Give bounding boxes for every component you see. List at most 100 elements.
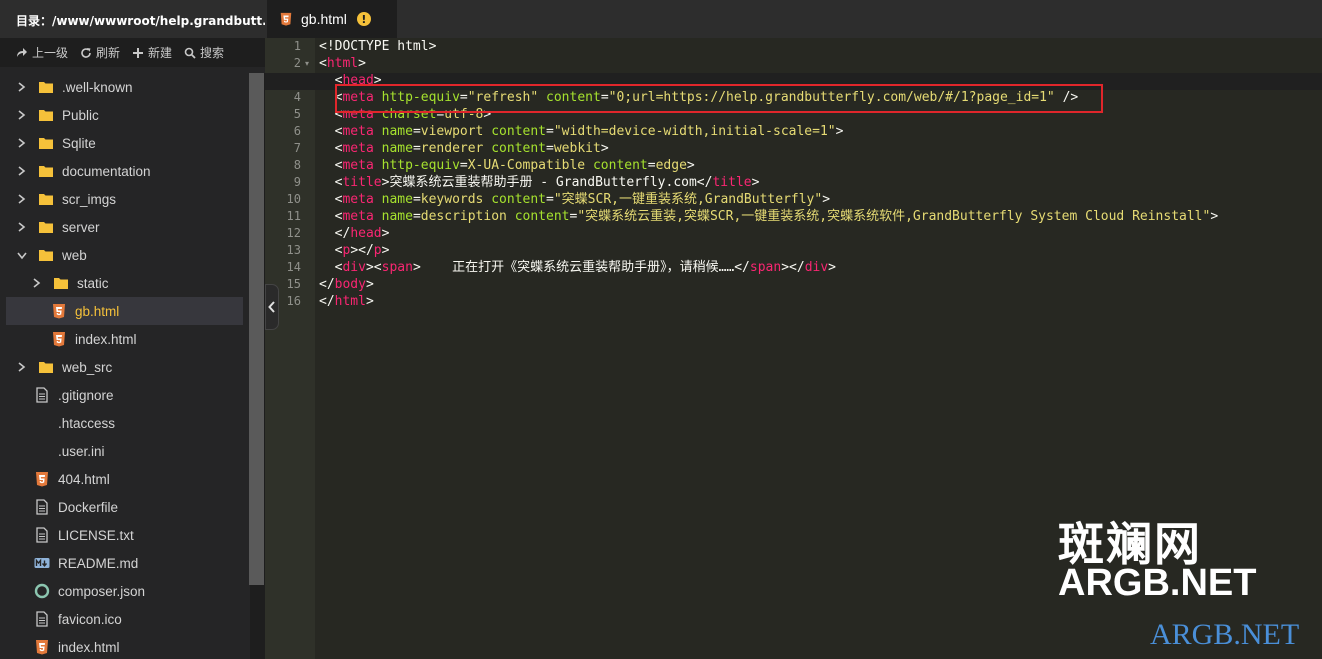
code-token: = <box>412 124 421 139</box>
tree-file-gitignore[interactable]: .gitignore <box>6 381 243 409</box>
chevron-right-icon <box>18 138 26 148</box>
code-token: renderer <box>420 141 484 156</box>
line-number-gutter: 1 2 ▾ 3 ▾ 4 5 6 7 8 9 10 11 12 13 14 15 … <box>265 38 315 659</box>
code-token: >突蝶系统云重装帮助手册 - GrandButterfly.com</ <box>381 175 713 190</box>
blank-file-icon <box>34 443 50 459</box>
code-token: = <box>412 141 421 156</box>
code-token: > <box>381 226 390 241</box>
line-number: 8 <box>293 158 301 172</box>
tree-file-404-html[interactable]: 404.html <box>6 465 243 493</box>
tree-folder-sqlite[interactable]: Sqlite <box>6 129 243 157</box>
code-token: viewport <box>420 124 484 139</box>
tree-folder-static[interactable]: static <box>6 269 243 297</box>
code-token: > <box>600 141 609 156</box>
tree-file-dockerfile[interactable]: Dockerfile <box>6 493 243 521</box>
chevron-right-icon <box>18 362 26 372</box>
tree-file-user-ini[interactable]: .user.ini <box>6 437 243 465</box>
chevron-down-icon <box>17 252 27 260</box>
code-token: < <box>319 158 343 173</box>
tree-folder-well-known[interactable]: .well-known <box>6 73 243 101</box>
tree-item-label: composer.json <box>58 583 146 599</box>
code-token: content <box>514 209 570 224</box>
tree-folder-web[interactable]: web <box>6 241 243 269</box>
line-number: 2 <box>293 56 301 70</box>
code-line: <p></p> <box>319 242 390 259</box>
file-sidebar: 目录：/www/wwwroot/help.grandbutt... 上一级 刷新… <box>0 0 265 659</box>
tree-file-license[interactable]: LICENSE.txt <box>6 521 243 549</box>
fold-arrow-icon[interactable]: ▾ <box>305 55 313 72</box>
tree-file-favicon[interactable]: favicon.ico <box>6 605 243 633</box>
tree-folder-scr-imgs[interactable]: scr_imgs <box>6 185 243 213</box>
code-token: name <box>381 124 413 139</box>
tree-folder-server[interactable]: server <box>6 213 243 241</box>
code-token: < <box>319 260 343 275</box>
new-button[interactable]: 新建 <box>132 44 172 61</box>
code-token: meta <box>342 192 374 207</box>
code-token: content <box>592 158 648 173</box>
tree-folder-public[interactable]: Public <box>6 101 243 129</box>
code-token: "width=device-width,initial-scale=1" <box>553 124 836 139</box>
text-file-icon <box>36 527 48 543</box>
tree-file-composer-json[interactable]: composer.json <box>6 577 243 605</box>
code-token: < <box>319 141 343 156</box>
text-file-icon <box>36 611 48 627</box>
tab-gb-html[interactable]: gb.html ! <box>267 0 397 38</box>
tree-folder-web-src[interactable]: web_src <box>6 353 243 381</box>
folder-icon <box>39 222 53 233</box>
html5-file-icon <box>53 304 65 319</box>
file-tree: .well-known Public Sqlite documentation … <box>0 73 250 659</box>
tree-file-index-html-root[interactable]: index.html <box>6 633 243 659</box>
code-line: </head> <box>319 225 390 242</box>
tree-file-htaccess[interactable]: .htaccess <box>6 409 243 437</box>
code-token: <!DOCTYPE html> <box>319 39 437 54</box>
search-label: 搜索 <box>200 46 225 60</box>
code-token: "突蝶系统云重装,突蝶SCR,一键重装系统,突蝶系统软件,GrandButter… <box>577 209 1211 224</box>
code-line: </html> <box>319 293 374 310</box>
code-token: div <box>804 260 829 275</box>
line-number: 14 <box>286 260 301 274</box>
collapse-sidebar-button[interactable] <box>265 284 279 330</box>
chevron-right-icon <box>18 110 26 120</box>
watermark-en-blue: ARGB.NET <box>1150 618 1300 651</box>
code-token: http-equiv <box>381 158 460 173</box>
code-token: html <box>334 294 366 309</box>
code-line: <meta name=keywords content="突蝶SCR,一键重装系… <box>319 191 830 208</box>
code-token: > <box>1210 209 1219 224</box>
tree-file-gb-html[interactable]: gb.html <box>6 297 243 325</box>
sidebar-toolbar: 上一级 刷新 新建 搜索 <box>0 38 265 67</box>
refresh-button[interactable]: 刷新 <box>80 44 120 61</box>
highlight-annotation-box <box>335 84 1103 113</box>
tree-item-label: documentation <box>62 163 151 179</box>
code-token: meta <box>342 158 374 173</box>
new-label: 新建 <box>148 46 173 60</box>
code-line: <meta http-equiv=X-UA-Compatible content… <box>319 157 695 174</box>
code-token: meta <box>342 124 374 139</box>
tree-file-readme[interactable]: README.md <box>6 549 243 577</box>
tree-file-index-html[interactable]: index.html <box>6 325 243 353</box>
code-token: span <box>381 260 413 275</box>
tree-item-label: index.html <box>75 331 137 347</box>
code-token: content <box>491 124 547 139</box>
code-token: > <box>751 175 760 190</box>
tree-folder-documentation[interactable]: documentation <box>6 157 243 185</box>
tab-bar: gb.html ! <box>265 0 1322 38</box>
code-token: > <box>835 124 844 139</box>
code-token: edge <box>655 158 687 173</box>
chevron-right-icon <box>33 278 41 288</box>
sidebar-scrollbar-thumb[interactable] <box>249 73 264 585</box>
arrow-up-right-icon <box>17 47 27 57</box>
line-number: 13 <box>286 243 301 257</box>
code-token: = <box>412 192 421 207</box>
code-token: X-UA-Compatible <box>467 158 586 173</box>
tree-item-label: Dockerfile <box>58 499 119 515</box>
tree-item-label: static <box>77 275 109 291</box>
code-token: body <box>334 277 366 292</box>
search-button[interactable]: 搜索 <box>184 44 224 61</box>
code-token: > <box>828 260 836 275</box>
up-level-button[interactable]: 上一级 <box>16 44 68 61</box>
code-line: <meta name=viewport content="width=devic… <box>319 123 844 140</box>
html5-file-icon <box>280 12 292 26</box>
code-token: > 正在打开《突蝶系统云重装帮助手册》，请稍候……</ <box>412 260 750 275</box>
